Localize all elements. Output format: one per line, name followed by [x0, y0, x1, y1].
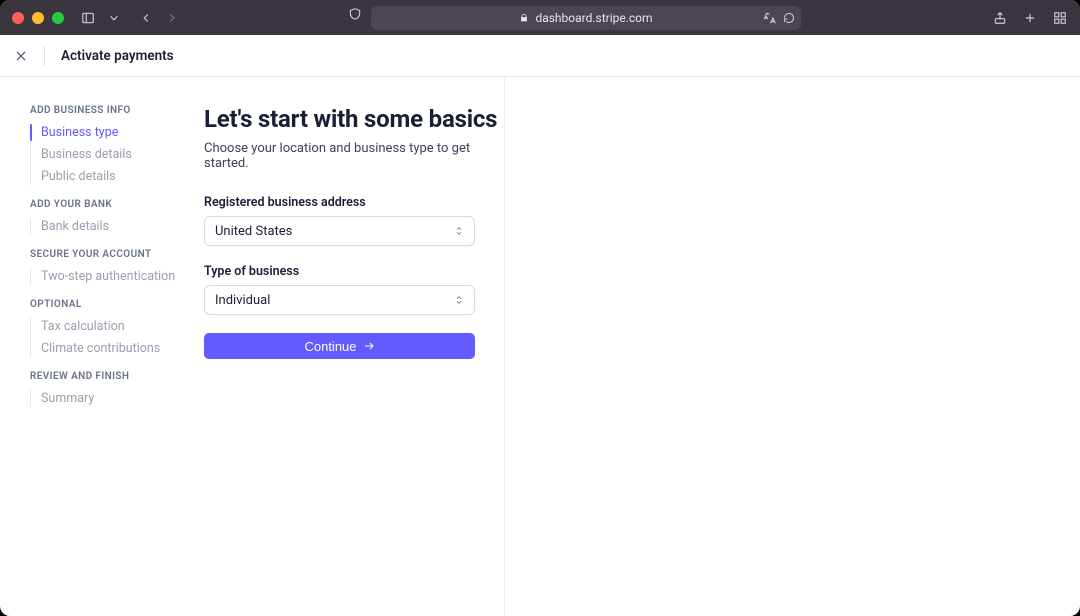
window-zoom-button[interactable]: [52, 12, 64, 24]
address-label: Registered business address: [204, 195, 504, 210]
sidebar-item-bank-details[interactable]: Bank details: [41, 218, 204, 235]
translate-icon[interactable]: [763, 11, 777, 25]
sidebar-item-tax-calculation[interactable]: Tax calculation: [41, 318, 204, 335]
browser-chrome: dashboard.stripe.com: [0, 0, 1080, 35]
sidebar-section-title: SECURE YOUR ACCOUNT: [30, 249, 204, 260]
page-title: Activate payments: [61, 48, 174, 64]
vertical-divider: [504, 77, 505, 616]
sidebar-section-title: ADD BUSINESS INFO: [30, 105, 204, 116]
page-header: Activate payments: [0, 35, 1080, 77]
select-chevron-icon: [454, 295, 464, 305]
continue-button-label: Continue: [304, 339, 356, 354]
url-text: dashboard.stripe.com: [535, 11, 652, 25]
business-type-value: Individual: [215, 293, 270, 308]
sidebar: ADD BUSINESS INFO Business type Business…: [0, 77, 204, 616]
sidebar-item-business-details[interactable]: Business details: [41, 146, 204, 163]
country-select-value: United States: [215, 224, 292, 239]
arrow-right-icon: [363, 340, 375, 352]
sidebar-toggle-icon[interactable]: [80, 10, 96, 26]
form-title: Let's start with some basics: [204, 105, 504, 133]
app-window: dashboard.stripe.com: [0, 0, 1080, 616]
privacy-shield-icon[interactable]: [347, 6, 363, 22]
tab-overview-icon[interactable]: [1052, 10, 1068, 26]
page-body: ADD BUSINESS INFO Business type Business…: [0, 77, 1080, 616]
select-chevron-icon: [454, 226, 464, 236]
business-type-label: Type of business: [204, 264, 504, 279]
address-bar[interactable]: dashboard.stripe.com: [371, 6, 801, 30]
sidebar-section-title: REVIEW AND FINISH: [30, 371, 204, 382]
country-select[interactable]: United States: [204, 216, 475, 246]
divider: [44, 46, 45, 66]
reload-icon[interactable]: [783, 12, 795, 24]
nav-back-button[interactable]: [138, 10, 154, 26]
window-controls: [12, 12, 64, 24]
sidebar-item-climate-contributions[interactable]: Climate contributions: [41, 340, 204, 357]
share-icon[interactable]: [992, 10, 1008, 26]
chevron-down-icon[interactable]: [106, 10, 122, 26]
sidebar-section-title: OPTIONAL: [30, 299, 204, 310]
main-content: Let's start with some basics Choose your…: [204, 77, 1080, 616]
close-icon[interactable]: [14, 49, 28, 63]
address-bar-wrap: dashboard.stripe.com: [188, 6, 984, 30]
window-minimize-button[interactable]: [32, 12, 44, 24]
sidebar-section-title: ADD YOUR BANK: [30, 199, 204, 210]
lock-icon: [519, 13, 529, 23]
sidebar-item-public-details[interactable]: Public details: [41, 168, 204, 185]
business-type-select[interactable]: Individual: [204, 285, 475, 315]
window-close-button[interactable]: [12, 12, 24, 24]
new-tab-icon[interactable]: [1022, 10, 1038, 26]
continue-button[interactable]: Continue: [204, 333, 475, 359]
sidebar-item-business-type[interactable]: Business type: [41, 124, 204, 141]
nav-forward-button[interactable]: [164, 10, 180, 26]
sidebar-item-summary[interactable]: Summary: [41, 390, 204, 407]
form-subtitle: Choose your location and business type t…: [204, 141, 504, 171]
sidebar-item-two-step-auth[interactable]: Two-step authentication: [41, 268, 204, 285]
